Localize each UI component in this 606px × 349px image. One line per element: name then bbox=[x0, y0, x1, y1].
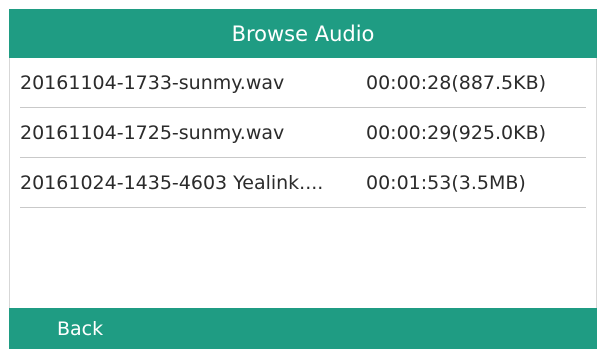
recording-item[interactable]: 20161104-1725-sunmy.wav 00:00:29(925.0KB… bbox=[20, 108, 598, 157]
recording-duration-size: 00:00:29(925.0KB) bbox=[366, 121, 547, 144]
recording-duration-size: 00:01:53(3.5MB) bbox=[366, 171, 526, 194]
phone-screen: Browse Audio 20161104-1733-sunmy.wav 00:… bbox=[0, 0, 606, 349]
recording-name: 20161104-1733-sunmy.wav bbox=[20, 71, 285, 94]
recording-duration-size: 00:00:28(887.5KB) bbox=[366, 71, 547, 94]
title-bar: Browse Audio bbox=[9, 9, 597, 58]
recording-item[interactable]: 20161024-1435-4603 Yealink.... 00:01:53(… bbox=[20, 158, 598, 207]
row-divider bbox=[20, 207, 586, 208]
back-softkey[interactable]: Back bbox=[53, 316, 107, 342]
recording-list: 20161104-1733-sunmy.wav 00:00:28(887.5KB… bbox=[9, 58, 597, 308]
recording-name: 20161104-1725-sunmy.wav bbox=[20, 121, 285, 144]
recording-item[interactable]: 20161104-1733-sunmy.wav 00:00:28(887.5KB… bbox=[20, 58, 598, 107]
softkey-bar: Back bbox=[9, 308, 597, 349]
recording-name: 20161024-1435-4603 Yealink.... bbox=[20, 171, 324, 194]
page-title: Browse Audio bbox=[231, 21, 375, 46]
